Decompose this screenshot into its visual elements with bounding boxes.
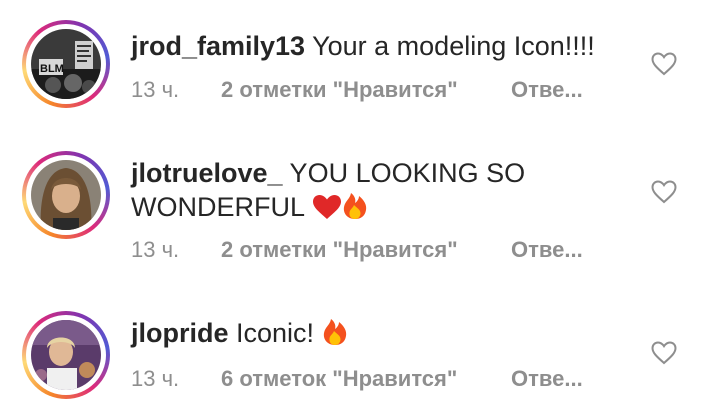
comment-body: Iconic!: [228, 318, 322, 348]
comment-time: 13 ч.: [131, 366, 180, 391]
comment-meta: 13 ч. 6 отметок "Нравится" Отве...: [131, 366, 583, 392]
comment-likes-link[interactable]: 6 отметок "Нравится": [221, 366, 511, 392]
comment-likes-link[interactable]: 2 отметки "Нравится": [221, 237, 511, 263]
comment-time: 13 ч.: [131, 237, 180, 262]
fire-emoji-icon: [342, 190, 368, 228]
like-heart-icon[interactable]: [651, 341, 677, 365]
comment-text: jlotruelove_ YOU LOOKING SO WONDERFUL: [131, 156, 631, 228]
red-heart-emoji-icon: [312, 194, 342, 228]
reply-button[interactable]: Отве...: [511, 366, 583, 391]
avatar[interactable]: [22, 151, 110, 239]
comment-likes-link[interactable]: 2 отметки "Нравится": [221, 77, 511, 103]
comment-meta: 13 ч. 2 отметки "Нравится" Отве...: [131, 77, 583, 103]
comment-username[interactable]: jlopride: [131, 318, 229, 348]
comment-meta: 13 ч. 2 отметки "Нравится" Отве...: [131, 237, 583, 263]
avatar[interactable]: BLM: [22, 20, 110, 108]
comment-text: jlopride Iconic!: [131, 316, 631, 354]
comment-username[interactable]: jrod_family13: [131, 31, 305, 61]
comment-text: jrod_family13 Your a modeling Icon!!!!: [131, 29, 631, 63]
reply-button[interactable]: Отве...: [511, 77, 583, 102]
avatar[interactable]: [22, 311, 110, 399]
like-heart-icon[interactable]: [651, 180, 677, 204]
like-heart-icon[interactable]: [651, 52, 677, 76]
fire-emoji-icon: [322, 316, 348, 354]
avatar-sign-text: BLM: [40, 63, 64, 75]
comment-time: 13 ч.: [131, 77, 180, 102]
comment-username[interactable]: jlotruelove_: [131, 158, 283, 188]
reply-button[interactable]: Отве...: [511, 237, 583, 262]
comment-body: Your a modeling Icon!!!!: [305, 31, 595, 61]
